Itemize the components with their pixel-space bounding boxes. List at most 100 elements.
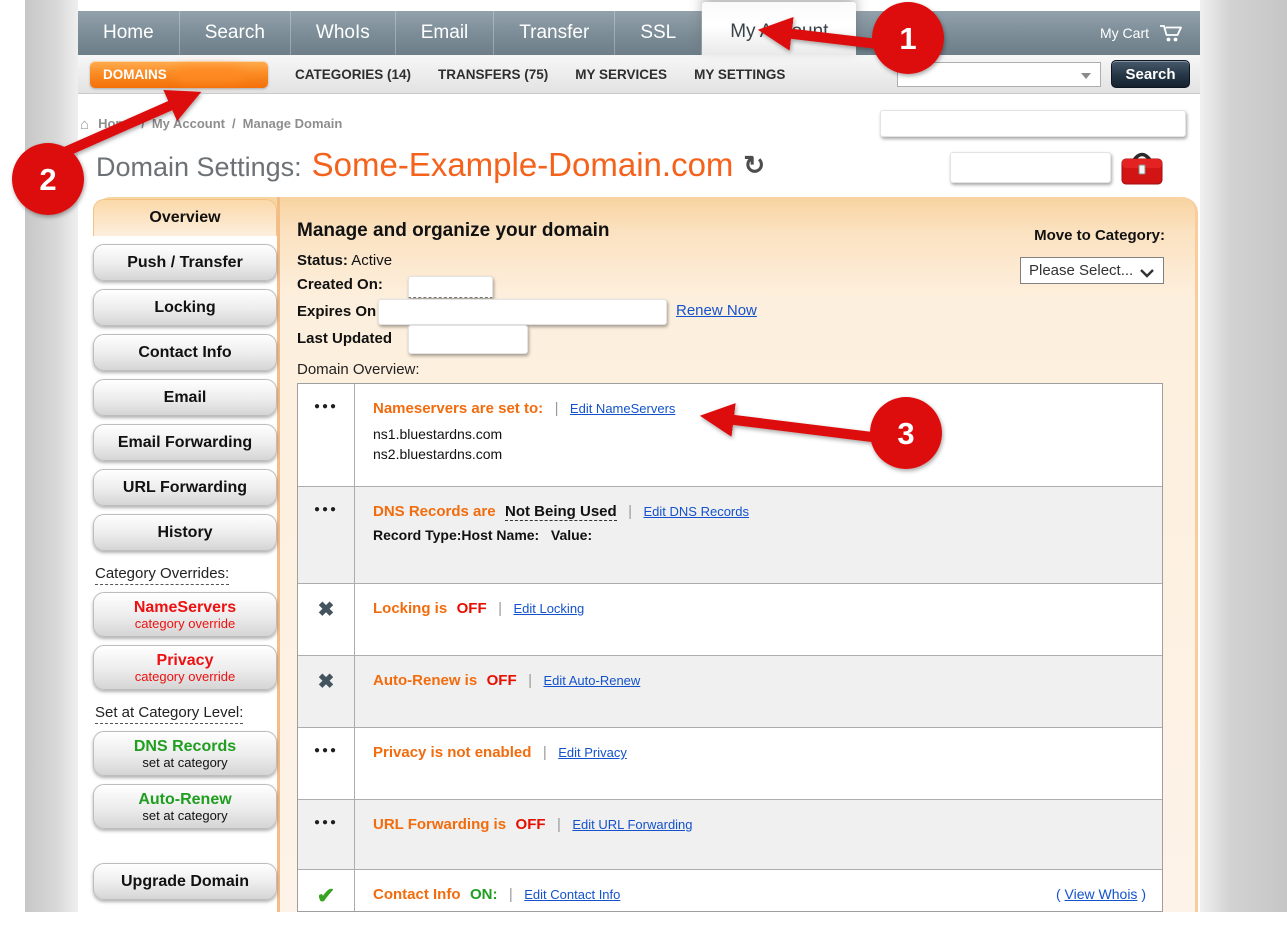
tab-home[interactable]: Home <box>78 11 180 55</box>
table-row-url-forwarding: ●●● URL Forwarding is OFF | Edit URL For… <box>298 799 1162 869</box>
sidebar-item-contact-info[interactable]: Contact Info <box>93 334 277 371</box>
sidebar-item-privacy-override[interactable]: Privacy category override <box>93 645 277 690</box>
sidebar-item-dns-records-category[interactable]: DNS Records set at category <box>93 731 277 776</box>
subnav-item-domains[interactable]: DOMAINS <box>90 61 268 88</box>
toolbox-icon[interactable] <box>1117 148 1167 188</box>
page-title: Domain Settings: Some-Example-Domain.com… <box>96 146 765 184</box>
sidebar-item-url-forwarding[interactable]: URL Forwarding <box>93 469 277 506</box>
home-icon: ⌂ <box>80 116 89 133</box>
breadcrumb-separator: / <box>141 116 145 133</box>
sidebar-item-push-transfer[interactable]: Push / Transfer <box>93 244 277 281</box>
sidebar-item-email[interactable]: Email <box>93 379 277 416</box>
expires-on-label: Expires On <box>297 303 376 320</box>
table-row-privacy: ●●● Privacy is not enabled | Edit Privac… <box>298 727 1162 799</box>
edit-locking-link[interactable]: Edit Locking <box>513 601 584 616</box>
sidebar-item-history[interactable]: History <box>93 514 277 551</box>
domain-settings-page: Home Search WhoIs Email Transfer SSL My … <box>0 0 1287 931</box>
move-to-category-label: Move to Category: <box>1000 227 1165 244</box>
table-row-contact-info: ✔ Contact Info ON: | Edit Contact Info (… <box>298 869 1162 912</box>
category-overrides-label: Category Overrides: <box>95 565 277 582</box>
record-columns-header: Record Type:Host Name: Value: <box>373 527 1162 543</box>
sidebar-item-locking[interactable]: Locking <box>93 289 277 326</box>
breadcrumb: ⌂ Home / My Account / Manage Domain <box>80 116 342 133</box>
redacted-expiry-date <box>378 299 667 325</box>
sidebar-item-nameservers-override[interactable]: NameServers category override <box>93 592 277 637</box>
bottom-margin <box>0 912 1287 931</box>
sidebar: Overview Push / Transfer Locking Contact… <box>93 199 277 908</box>
edit-url-forwarding-link[interactable]: Edit URL Forwarding <box>572 817 692 832</box>
redacted-field <box>950 152 1111 183</box>
subnav-item-categories[interactable]: CATEGORIES (14) <box>295 67 411 82</box>
refresh-icon[interactable]: ↻ <box>743 150 765 181</box>
dots-icon: ●●● <box>314 745 338 799</box>
chevron-down-icon <box>1139 268 1155 278</box>
domain-name: Some-Example-Domain.com <box>312 146 734 184</box>
dots-icon: ●●● <box>314 817 338 869</box>
tab-ssl[interactable]: SSL <box>615 11 702 55</box>
set-at-category-label: Set at Category Level: <box>95 704 277 721</box>
tab-email[interactable]: Email <box>396 11 495 55</box>
category-select[interactable]: Please Select... <box>1020 257 1164 284</box>
tab-transfer[interactable]: Transfer <box>494 11 615 55</box>
created-on-label: Created On: <box>297 276 383 293</box>
search-button[interactable]: Search <box>1111 60 1190 88</box>
row-label: URL Forwarding is <box>373 816 506 833</box>
search-input[interactable] <box>898 63 1076 86</box>
my-cart[interactable]: My Cart <box>1100 11 1200 55</box>
sidebar-item-auto-renew-category[interactable]: Auto-Renew set at category <box>93 784 277 829</box>
row-label: Auto-Renew is <box>373 672 477 689</box>
breadcrumb-home[interactable]: Home <box>98 116 134 133</box>
dots-icon: ●●● <box>314 504 338 583</box>
row-label: DNS Records are <box>373 503 496 520</box>
tab-whois[interactable]: WhoIs <box>291 11 396 55</box>
my-cart-label: My Cart <box>1100 25 1149 41</box>
upgrade-domain-button[interactable]: Upgrade Domain <box>93 863 277 900</box>
breadcrumb-manage-domain[interactable]: Manage Domain <box>243 116 343 133</box>
sidebar-item-email-forwarding[interactable]: Email Forwarding <box>93 424 277 461</box>
row-label: Contact Info <box>373 886 461 903</box>
renew-now-link[interactable]: Renew Now <box>676 302 757 319</box>
breadcrumb-my-account[interactable]: My Account <box>152 116 225 133</box>
redacted-created-date <box>408 276 493 298</box>
subnav-item-transfers[interactable]: TRANSFERS (75) <box>438 67 548 82</box>
tab-search[interactable]: Search <box>180 11 291 55</box>
subnav-item-my-services[interactable]: MY SERVICES <box>575 67 667 82</box>
edit-privacy-link[interactable]: Edit Privacy <box>558 745 627 760</box>
row-label: Locking is <box>373 600 447 617</box>
nameserver-2: ns2.bluestardns.com <box>373 444 1162 464</box>
redacted-field <box>880 110 1186 137</box>
sidebar-item-overview[interactable]: Overview <box>93 199 277 236</box>
right-gutter <box>1200 0 1287 912</box>
title-prefix: Domain Settings: <box>96 152 302 183</box>
x-icon: ✖ <box>318 673 335 727</box>
combobox-dropdown-icon[interactable] <box>1081 73 1091 79</box>
check-icon: ✔ <box>317 887 335 912</box>
redacted-domain-count <box>177 67 243 82</box>
row-status: OFF <box>457 600 487 617</box>
domain-overview-table: ●●● Nameservers are set to: | Edit NameS… <box>297 383 1163 912</box>
row-status: Not Being Used <box>505 503 617 521</box>
tab-my-account[interactable]: My Account <box>702 2 856 55</box>
redacted-updated-date <box>408 325 528 354</box>
dots-icon: ●●● <box>314 401 338 486</box>
status-value: Active <box>351 252 392 269</box>
edit-dns-records-link[interactable]: Edit DNS Records <box>644 504 749 519</box>
breadcrumb-separator: / <box>232 116 236 133</box>
edit-nameservers-link[interactable]: Edit NameServers <box>570 401 675 416</box>
main-heading: Manage and organize your domain <box>297 220 610 242</box>
row-status: OFF <box>487 672 517 689</box>
view-whois-link[interactable]: View Whois <box>1065 886 1138 902</box>
table-row-auto-renew: ✖ Auto-Renew is OFF | Edit Auto-Renew <box>298 655 1162 727</box>
edit-contact-info-link[interactable]: Edit Contact Info <box>524 887 620 902</box>
left-gutter <box>25 0 78 912</box>
edit-auto-renew-link[interactable]: Edit Auto-Renew <box>543 673 640 688</box>
row-status: ON: <box>470 886 498 903</box>
subnav-item-my-settings[interactable]: MY SETTINGS <box>694 67 785 82</box>
domain-search-combobox[interactable] <box>897 62 1101 87</box>
row-label: Nameservers are set to: <box>373 400 543 417</box>
x-icon: ✖ <box>318 601 335 655</box>
row-status: OFF <box>516 816 546 833</box>
nameserver-1: ns1.bluestardns.com <box>373 424 1162 444</box>
sidebar-divider <box>277 197 280 912</box>
top-navigation: Home Search WhoIs Email Transfer SSL My … <box>78 11 1200 55</box>
